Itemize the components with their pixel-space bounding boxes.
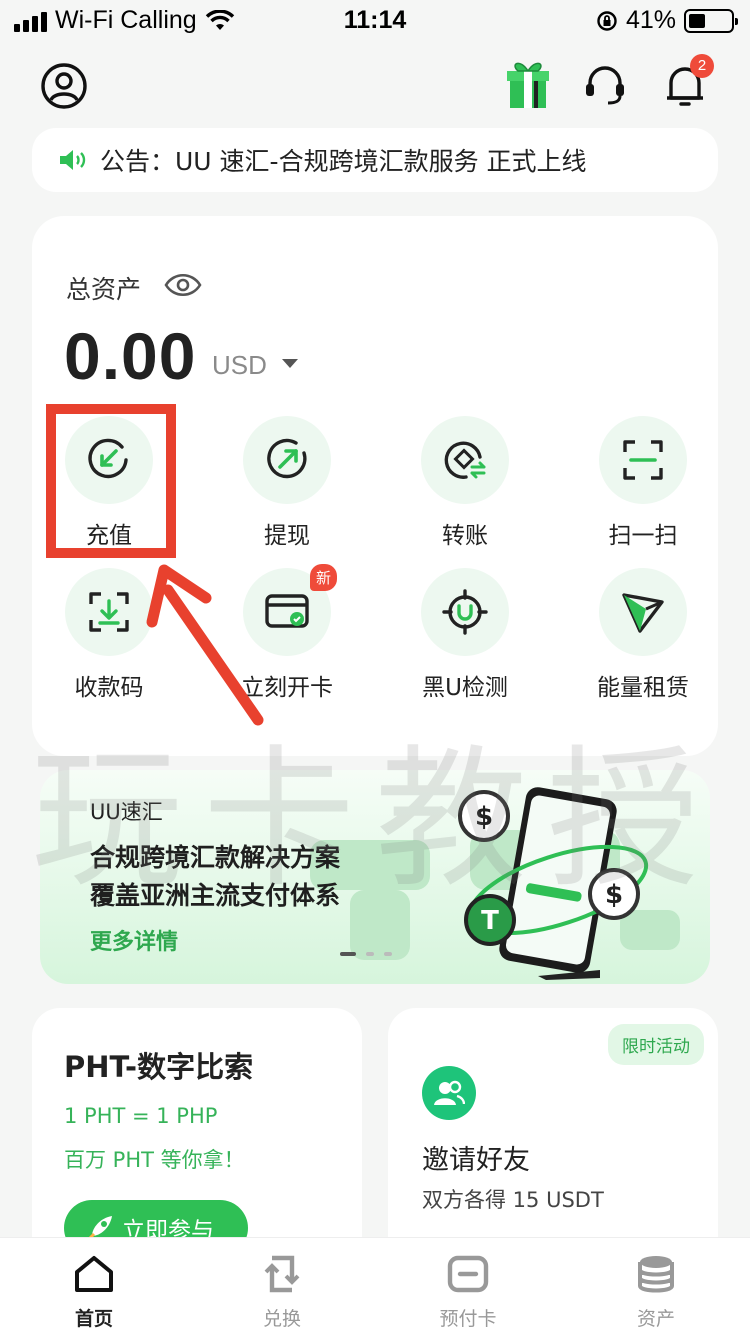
tab-assets[interactable]: 资产	[596, 1252, 716, 1331]
battery-icon	[684, 8, 738, 33]
svg-text:$: $	[605, 880, 623, 910]
annotation-arrow	[146, 564, 264, 726]
speaker-icon	[60, 150, 86, 170]
rotation-lock-icon	[597, 10, 617, 31]
friends-icon	[422, 1066, 476, 1120]
action-label: 能量租赁	[597, 675, 689, 701]
banner-subheadline: 覆盖亚洲主流支付体系	[90, 881, 341, 910]
pht-promo-card[interactable]: PHT-数字比索 1 PHT = 1 PHP 百万 PHT 等你拿！ 立即参与	[32, 1008, 362, 1268]
action-label: 黑U检测	[422, 675, 508, 701]
home-icon	[75, 1256, 113, 1292]
bell-icon[interactable]: 2	[662, 54, 714, 114]
carousel-dots[interactable]	[340, 952, 392, 956]
tab-label: 首页	[74, 1308, 113, 1330]
action-scan[interactable]: 扫一扫	[568, 416, 718, 550]
action-energy-rent[interactable]: 能量租赁	[568, 568, 718, 702]
bottom-nav: 首页 兑换 预付卡 资产	[0, 1238, 750, 1334]
tab-prepaid-card[interactable]: 预付卡	[408, 1252, 528, 1331]
tab-home[interactable]: 首页	[34, 1252, 154, 1331]
gift-icon[interactable]	[504, 58, 552, 114]
withdraw-icon	[243, 416, 331, 504]
notification-badge: 2	[690, 54, 714, 78]
pht-reward: 百万 PHT 等你拿！	[64, 1148, 245, 1172]
svg-text:T: T	[481, 906, 499, 936]
banner-more-link[interactable]: 更多详情	[90, 924, 178, 956]
battery-percent: 41%	[625, 6, 676, 34]
scan-icon	[599, 416, 687, 504]
banner-brand: UU速汇	[90, 800, 163, 824]
eye-icon[interactable]	[164, 272, 202, 302]
tron-icon	[599, 568, 687, 656]
invite-promo-card[interactable]: 限时活动 邀请好友 双方各得 15 USDT	[388, 1008, 718, 1268]
total-assets-value: 0.00	[64, 319, 197, 393]
invite-title: 邀请好友	[422, 1145, 530, 1176]
u-detect-icon	[421, 568, 509, 656]
total-assets-label: 总资产	[66, 275, 142, 304]
limited-time-tag: 限时活动	[608, 1024, 704, 1065]
banner-headline: 合规跨境汇款解决方案	[90, 843, 341, 872]
promo-banner[interactable]: UU速汇 合规跨境汇款解决方案 覆盖亚洲主流支付体系 更多详情 $ T $	[40, 770, 710, 984]
profile-icon[interactable]	[40, 62, 88, 114]
currency-selector[interactable]: USD	[212, 350, 267, 381]
exchange-icon	[264, 1255, 300, 1293]
action-withdraw[interactable]: 提现	[212, 416, 362, 550]
invite-reward: 双方各得 15 USDT	[422, 1188, 604, 1212]
status-bar: Wi-Fi Calling 11:14 41%	[0, 0, 750, 44]
prepaid-card-icon	[447, 1255, 489, 1293]
phone-illustration: $ T $	[458, 787, 649, 980]
tab-label: 兑换	[262, 1308, 301, 1330]
transfer-icon	[421, 416, 509, 504]
chevron-down-icon[interactable]	[282, 359, 298, 368]
action-u-detect[interactable]: 黑U检测	[390, 568, 540, 702]
headset-icon[interactable]	[582, 62, 628, 112]
action-label: 扫一扫	[608, 523, 678, 549]
tab-exchange[interactable]: 兑换	[222, 1252, 342, 1331]
coins-icon	[638, 1256, 674, 1293]
action-transfer[interactable]: 转账	[390, 416, 540, 550]
action-label: 转账	[442, 523, 488, 549]
action-label: 提现	[264, 523, 310, 549]
pht-rate: 1 PHT = 1 PHP	[64, 1104, 218, 1128]
pht-title: PHT-数字比索	[64, 1050, 254, 1084]
announcement-bar[interactable]: 公告：UU 速汇-合规跨境汇款服务 正式上线	[32, 128, 718, 192]
tab-label: 预付卡	[439, 1308, 497, 1330]
svg-text:$: $	[475, 802, 493, 832]
new-badge: 新	[310, 564, 338, 591]
highlight-box	[46, 404, 176, 558]
tab-label: 资产	[636, 1308, 675, 1330]
announcement-text: 公告：UU 速汇-合规跨境汇款服务 正式上线	[100, 147, 587, 176]
